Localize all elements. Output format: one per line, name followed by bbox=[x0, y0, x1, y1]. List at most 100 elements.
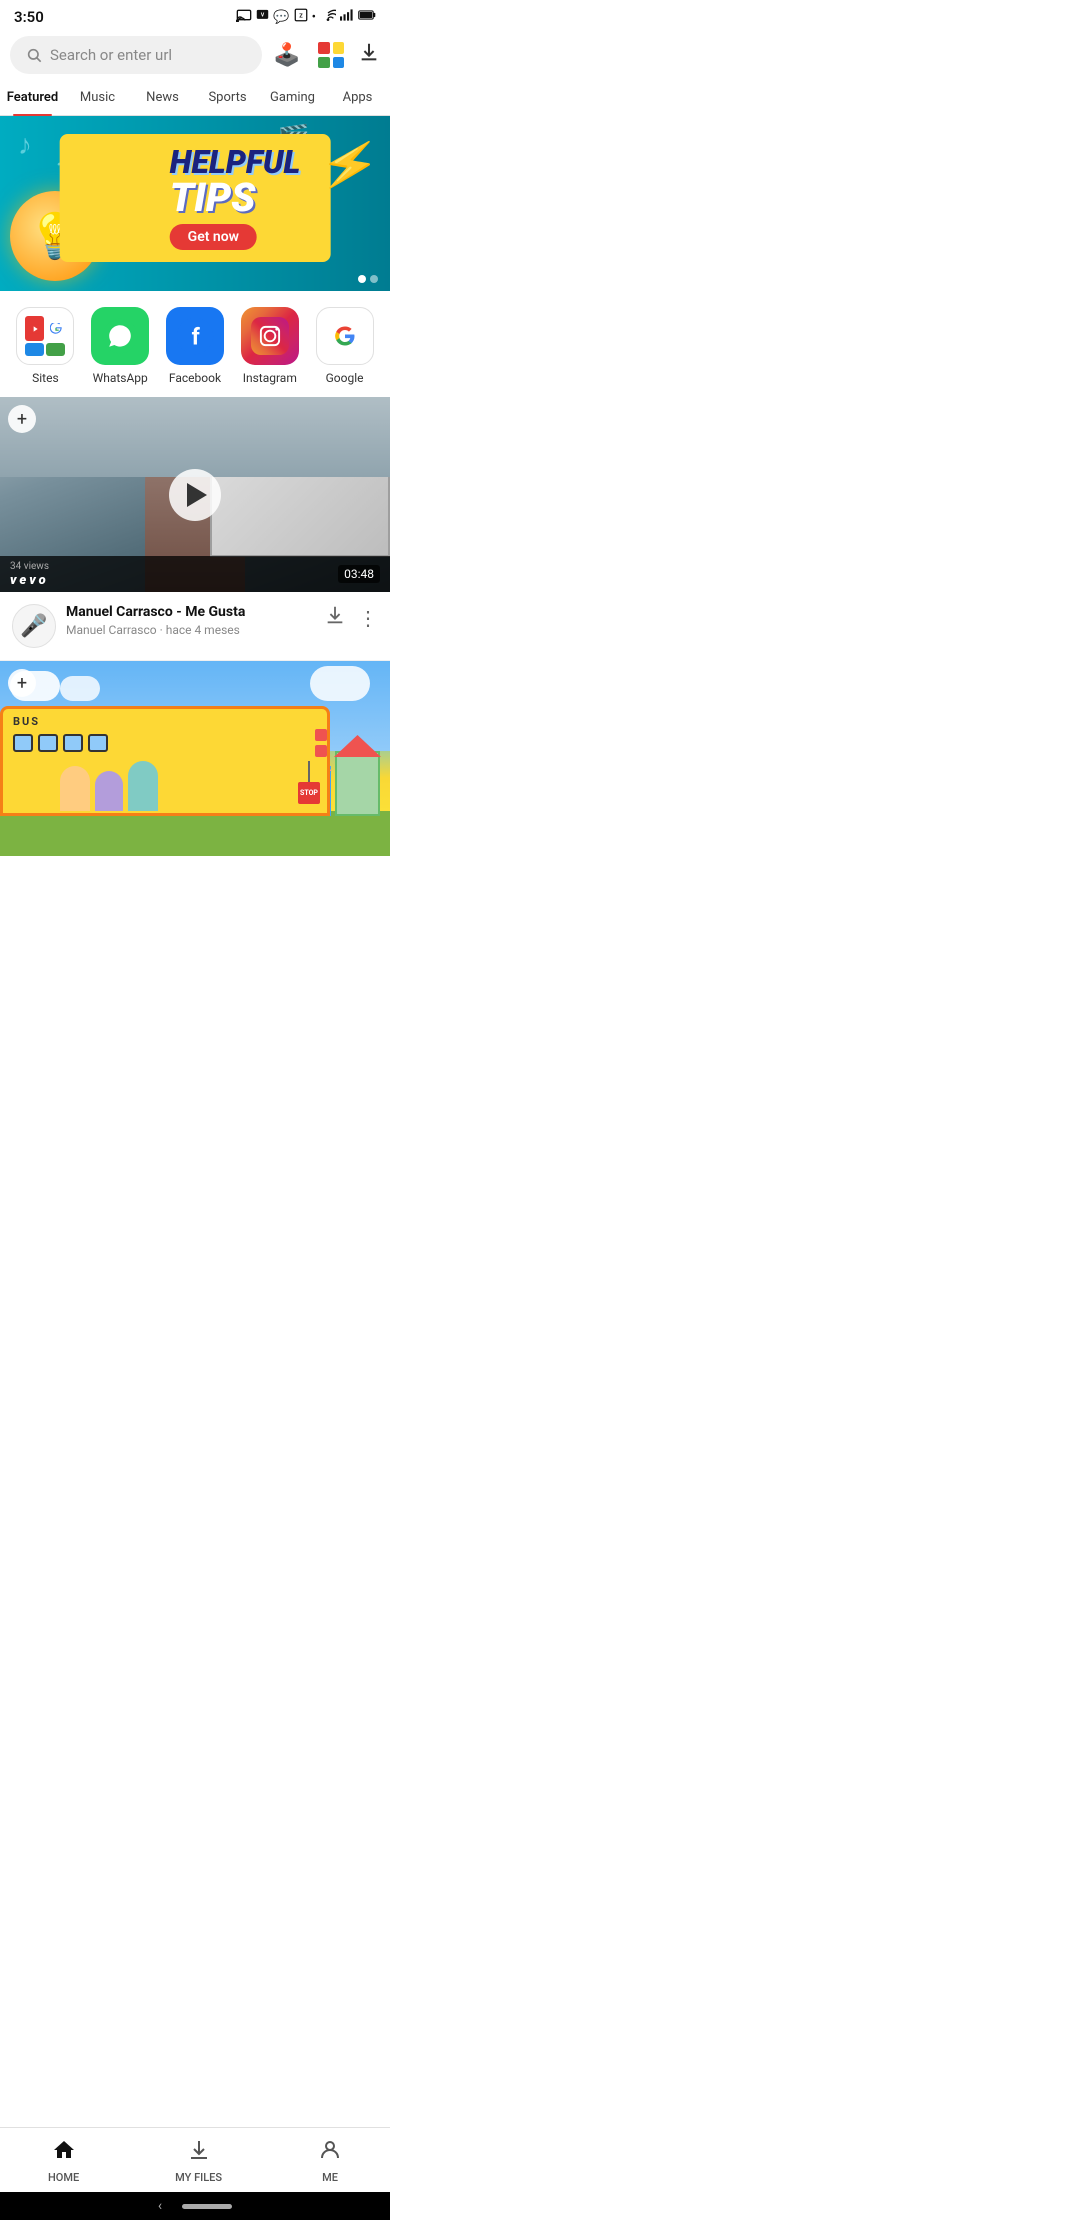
battery-icon bbox=[358, 9, 376, 25]
banner-tips-text: TIPS bbox=[170, 178, 301, 218]
banner-dot-1 bbox=[358, 275, 366, 283]
tab-sports[interactable]: Sports bbox=[195, 80, 260, 115]
video-actions-1: ⋮ bbox=[324, 604, 378, 631]
bottom-nav-me[interactable]: ME bbox=[318, 2138, 342, 2184]
quick-link-sites[interactable]: Sites bbox=[16, 307, 74, 385]
ground-bg bbox=[0, 811, 390, 856]
site-green-icon bbox=[46, 343, 65, 356]
vevo-label: vevo bbox=[10, 573, 49, 588]
joystick-icon[interactable]: 🕹️ bbox=[270, 38, 304, 72]
quick-link-instagram[interactable]: Instagram bbox=[241, 307, 299, 385]
home-handle[interactable] bbox=[182, 2204, 232, 2209]
wifi-icon bbox=[320, 9, 336, 25]
video-sky-bg bbox=[0, 397, 390, 477]
nav-tabs: Featured Music News Sports Gaming Apps bbox=[0, 80, 390, 116]
video-card-2: + BUS bbox=[0, 661, 390, 856]
play-triangle-icon bbox=[187, 483, 207, 507]
svg-text:f: f bbox=[192, 323, 201, 350]
youtube-mini-icon bbox=[25, 316, 44, 341]
google-icon bbox=[316, 307, 374, 365]
home-icon bbox=[52, 2138, 76, 2168]
cartoon-characters bbox=[60, 761, 158, 811]
msg-icon: 💬 bbox=[273, 10, 289, 25]
whatsapp-icon: ✆ bbox=[91, 307, 149, 365]
banner-cta-button[interactable]: Get now bbox=[170, 224, 257, 250]
myfiles-icon bbox=[187, 2138, 211, 2168]
status-time: 3:50 bbox=[14, 8, 44, 26]
video-meta-1: Manuel Carrasco - Me Gusta Manuel Carras… bbox=[66, 604, 314, 637]
me-icon bbox=[318, 2138, 342, 2168]
banner-text-box: HELPFUL TIPS Get now bbox=[60, 134, 331, 262]
school-bus: BUS bbox=[0, 706, 330, 816]
tab-apps[interactable]: Apps bbox=[325, 80, 390, 115]
notification-icon: V bbox=[256, 8, 269, 26]
dot-icon: • bbox=[312, 10, 316, 25]
search-bar-row: Search or enter url 🕹️ bbox=[0, 30, 390, 80]
cloud-right bbox=[310, 666, 370, 701]
download-toolbar-icon[interactable] bbox=[358, 41, 380, 69]
video-sub-1: Manuel Carrasco · hace 4 meses bbox=[66, 623, 314, 637]
channel-name-1: Manuel Carrasco bbox=[66, 623, 157, 637]
download-video-icon-1[interactable] bbox=[324, 604, 346, 631]
whatsapp-label: WhatsApp bbox=[93, 371, 148, 385]
tab-gaming[interactable]: Gaming bbox=[260, 80, 325, 115]
status-bar: 3:50 V 💬 Z • bbox=[0, 0, 390, 30]
play-button-1[interactable] bbox=[169, 469, 221, 521]
video-add-button-2[interactable]: + bbox=[8, 669, 36, 697]
video-card-1: + 34 views vevo 03:48 bbox=[0, 397, 390, 592]
toolbar-icons: 🕹️ bbox=[270, 38, 380, 72]
banner-music-note-icon: ♪ bbox=[18, 128, 32, 161]
site-blue-icon bbox=[25, 343, 44, 356]
google-mini-icon bbox=[46, 316, 65, 341]
video-info-1: 🎤 Manuel Carrasco - Me Gusta Manuel Carr… bbox=[0, 592, 390, 661]
search-placeholder: Search or enter url bbox=[50, 46, 172, 64]
quick-link-whatsapp[interactable]: ✆ WhatsApp bbox=[91, 307, 149, 385]
instagram-label: Instagram bbox=[243, 371, 297, 385]
video-duration-label: 03:48 bbox=[338, 565, 380, 583]
tab-news[interactable]: News bbox=[130, 80, 195, 115]
video-thumbnail-2[interactable]: BUS STOP bbox=[0, 661, 390, 856]
tab-featured[interactable]: Featured bbox=[0, 80, 65, 115]
instagram-icon bbox=[241, 307, 299, 365]
quick-link-facebook[interactable]: f Facebook bbox=[166, 307, 224, 385]
facebook-icon: f bbox=[166, 307, 224, 365]
quick-links: Sites ✆ WhatsApp f Facebook bbox=[0, 291, 390, 397]
banner-dots bbox=[358, 275, 378, 283]
banner-lightning-icon: ⚡ bbox=[316, 131, 385, 198]
google-label: Google bbox=[326, 371, 364, 385]
signal-icon bbox=[340, 9, 354, 25]
system-nav-bar: ‹ bbox=[0, 2192, 390, 2220]
box-icon: Z bbox=[294, 8, 308, 26]
me-label: ME bbox=[322, 2171, 338, 2184]
video-thumbnail-1[interactable]: 34 views vevo 03:48 bbox=[0, 397, 390, 592]
banner[interactable]: ♪ ♫ 🎬 💡 HELPFUL TIPS Get now ⚡ bbox=[0, 116, 390, 291]
video-title-1: Manuel Carrasco - Me Gusta bbox=[66, 604, 314, 620]
back-button[interactable]: ‹ bbox=[158, 2198, 162, 2214]
video-views-label: 34 views bbox=[10, 561, 49, 572]
search-icon bbox=[26, 47, 42, 63]
banner-dot-2 bbox=[370, 275, 378, 283]
cast-icon bbox=[236, 8, 252, 26]
bottom-nav: HOME MY FILES ME bbox=[0, 2127, 390, 2192]
more-options-icon-1[interactable]: ⋮ bbox=[358, 606, 378, 630]
bottom-nav-myfiles[interactable]: MY FILES bbox=[175, 2138, 222, 2184]
myfiles-label: MY FILES bbox=[175, 2171, 222, 2184]
video-add-button-1[interactable]: + bbox=[8, 405, 36, 433]
apps-grid-icon[interactable] bbox=[314, 38, 348, 72]
quick-link-google[interactable]: Google bbox=[316, 307, 374, 385]
facebook-label: Facebook bbox=[169, 371, 221, 385]
search-input-container[interactable]: Search or enter url bbox=[10, 36, 262, 74]
status-icons: V 💬 Z • bbox=[236, 8, 376, 26]
sites-icon bbox=[16, 307, 74, 365]
sites-label: Sites bbox=[32, 371, 59, 385]
bus-text: BUS bbox=[13, 715, 40, 728]
tab-music[interactable]: Music bbox=[65, 80, 130, 115]
stop-sign: STOP bbox=[298, 761, 320, 816]
channel-avatar-1: 🎤 bbox=[12, 604, 56, 648]
video-bottom-bar-1: 34 views vevo 03:48 bbox=[0, 556, 390, 592]
bottom-spacer bbox=[0, 856, 390, 936]
bottom-nav-home[interactable]: HOME bbox=[48, 2138, 79, 2184]
home-label: HOME bbox=[48, 2171, 79, 2184]
svg-text:✆: ✆ bbox=[114, 326, 127, 345]
svg-text:Z: Z bbox=[299, 14, 303, 20]
